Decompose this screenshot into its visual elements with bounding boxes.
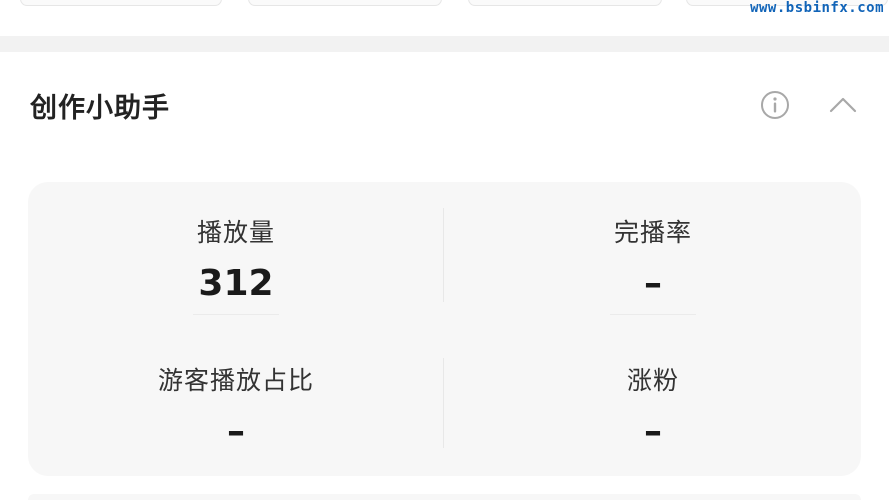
top-chip[interactable] [20, 0, 222, 6]
stat-play-count[interactable]: 播放量 312 [28, 218, 444, 315]
creation-assistant-card: 创作小助手 播放量 312 完播率 – 游客播放占比 – 涨粉 – [0, 52, 889, 500]
chevron-up-icon[interactable] [828, 92, 858, 118]
stat-completion-rate[interactable]: 完播率 – [445, 218, 861, 315]
stat-value: 312 [198, 263, 274, 304]
watermark-text: www.bsbinfx.com [750, 0, 884, 16]
stat-label: 涨粉 [626, 366, 679, 395]
stat-label: 游客播放占比 [157, 366, 314, 395]
stat-guest-play-ratio[interactable]: 游客播放占比 – [28, 366, 444, 454]
stat-label: 播放量 [196, 218, 275, 247]
card-header: 创作小助手 [0, 52, 889, 156]
stat-value: – [644, 411, 662, 452]
card-title: 创作小助手 [30, 93, 170, 124]
stat-underline [193, 314, 279, 315]
info-icon[interactable] [760, 90, 790, 120]
next-card-edge [28, 494, 861, 500]
stats-panel: 播放量 312 完播率 – 游客播放占比 – 涨粉 – [28, 182, 861, 476]
stat-value: – [644, 263, 662, 304]
stat-follower-gain[interactable]: 涨粉 – [445, 366, 861, 454]
top-chip[interactable] [468, 0, 662, 6]
stat-label: 完播率 [613, 218, 692, 247]
stat-underline [610, 314, 696, 315]
top-chip[interactable] [248, 0, 442, 6]
stat-value: – [227, 411, 245, 452]
section-separator [0, 36, 889, 52]
